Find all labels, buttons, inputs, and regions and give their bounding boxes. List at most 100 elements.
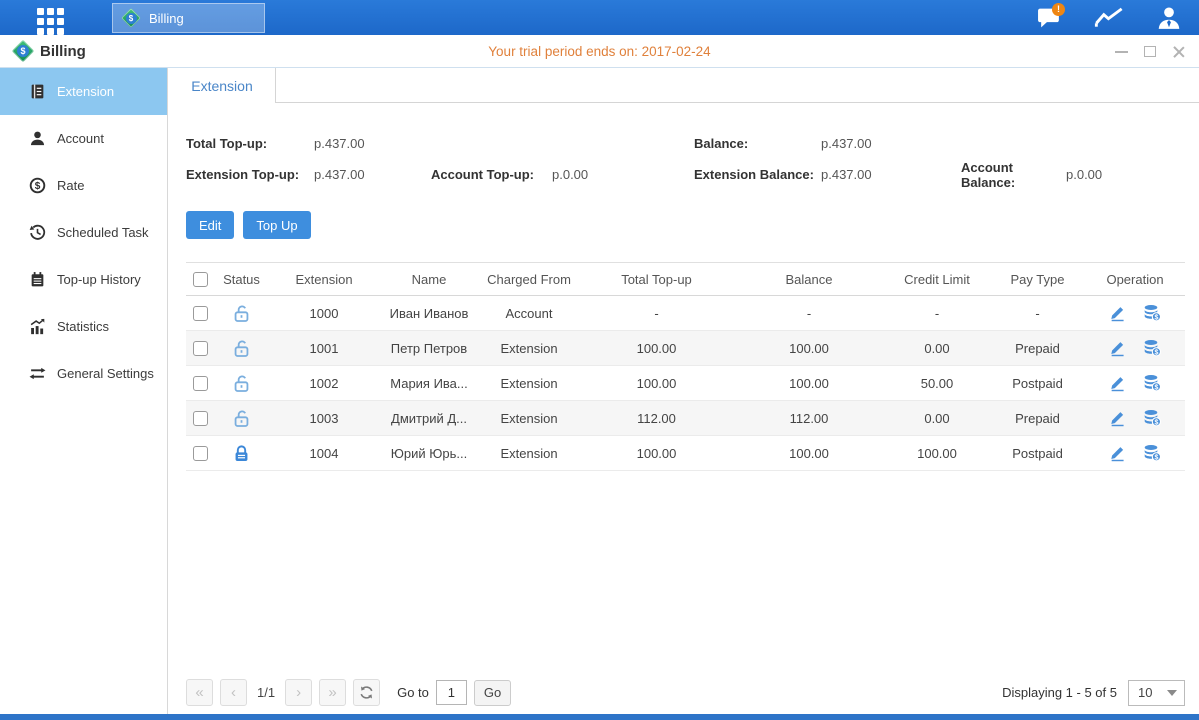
minimize-icon[interactable] — [1115, 51, 1128, 53]
edit-pencil-icon[interactable] — [1108, 409, 1127, 427]
tab-extension[interactable]: Extension — [169, 68, 276, 103]
cell-total-topup: - — [579, 296, 734, 331]
messages-icon[interactable]: ! — [1019, 0, 1079, 35]
row-checkbox[interactable] — [193, 446, 208, 461]
sidebar-item-label: Rate — [57, 178, 84, 193]
ledger-icon — [29, 83, 46, 100]
window-titlebar: $ Billing Your trial period ends on: 201… — [0, 35, 1199, 68]
sidebar-item-statistics[interactable]: Statistics — [0, 303, 167, 350]
col-header-pay-type[interactable]: Pay Type — [990, 263, 1085, 296]
unlocked-lock-icon — [232, 409, 251, 424]
refresh-icon[interactable] — [353, 679, 380, 706]
edit-button[interactable]: Edit — [186, 211, 234, 239]
row-checkbox[interactable] — [193, 306, 208, 321]
page-size-select[interactable]: 10 — [1128, 680, 1185, 706]
extension-table: Status Extension Name Charged From Total… — [186, 262, 1185, 471]
page-size-value: 10 — [1138, 685, 1152, 700]
exchange-arrows-icon — [29, 365, 46, 382]
account-balance-label: Account Balance: — [961, 160, 1066, 190]
col-header-credit-limit[interactable]: Credit Limit — [884, 263, 990, 296]
goto-page-input[interactable] — [436, 680, 467, 705]
edit-pencil-icon[interactable] — [1108, 339, 1127, 357]
edit-pencil-icon[interactable] — [1108, 444, 1127, 462]
cell-charged-from: Extension — [479, 366, 579, 401]
top-up-coins-icon[interactable]: $ — [1143, 304, 1162, 322]
dollar-circle-icon: $ — [29, 177, 46, 194]
cell-pay-type: Prepaid — [990, 401, 1085, 436]
extension-table-body: 1000Иван ИвановAccount----$1001Петр Петр… — [186, 296, 1185, 471]
svg-text:$: $ — [1154, 454, 1158, 461]
cell-pay-type: Prepaid — [990, 331, 1085, 366]
row-checkbox[interactable] — [193, 376, 208, 391]
sidebar-item-scheduled-task[interactable]: Scheduled Task — [0, 209, 167, 256]
last-page-button[interactable]: » — [319, 679, 346, 706]
app-grid-icon[interactable] — [37, 8, 64, 35]
sidebar-item-label: Top-up History — [57, 272, 141, 287]
taskbar-tab-billing[interactable]: $ Billing — [112, 3, 265, 33]
table-row[interactable]: 1003Дмитрий Д...Extension112.00112.000.0… — [186, 401, 1185, 436]
col-header-total-topup[interactable]: Total Top-up — [579, 263, 734, 296]
first-page-button[interactable]: « — [186, 679, 213, 706]
top-up-button[interactable]: Top Up — [243, 211, 310, 239]
table-row[interactable]: 1000Иван ИвановAccount----$ — [186, 296, 1185, 331]
unlocked-lock-icon — [232, 339, 251, 354]
top-up-coins-icon[interactable]: $ — [1143, 409, 1162, 427]
cell-balance: 112.00 — [734, 401, 884, 436]
cell-extension: 1002 — [269, 366, 379, 401]
prev-page-button[interactable]: ‹ — [220, 679, 247, 706]
top-up-coins-icon[interactable]: $ — [1143, 444, 1162, 462]
sidebar-item-label: Extension — [57, 84, 114, 99]
next-page-button[interactable]: › — [285, 679, 312, 706]
window-bottom-edge — [0, 714, 1199, 720]
user-icon[interactable] — [1139, 0, 1199, 35]
go-button[interactable]: Go — [474, 680, 511, 706]
sidebar-item-general-settings[interactable]: General Settings — [0, 350, 167, 397]
top-up-coins-icon[interactable]: $ — [1143, 339, 1162, 357]
table-header-row: Status Extension Name Charged From Total… — [186, 263, 1185, 296]
unlocked-lock-icon — [232, 304, 251, 319]
select-all-checkbox[interactable] — [193, 272, 208, 287]
sidebar-item-label: Statistics — [57, 319, 109, 334]
tab-strip: Extension — [169, 68, 1199, 103]
total-topup-label: Total Top-up: — [186, 136, 314, 151]
sidebar-item-extension[interactable]: Extension — [0, 68, 167, 115]
maximize-icon[interactable] — [1144, 46, 1156, 57]
table-row[interactable]: 1002Мария Ива...Extension100.00100.0050.… — [186, 366, 1185, 401]
cell-name: Юрий Юрь... — [379, 436, 479, 471]
sidebar: Extension Account $ Rate Scheduled Task … — [0, 68, 168, 714]
row-checkbox[interactable] — [193, 411, 208, 426]
cell-charged-from: Account — [479, 296, 579, 331]
col-header-balance[interactable]: Balance — [734, 263, 884, 296]
col-header-status[interactable]: Status — [214, 263, 269, 296]
sidebar-item-rate[interactable]: $ Rate — [0, 162, 167, 209]
sidebar-item-account[interactable]: Account — [0, 115, 167, 162]
statistics-chart-icon[interactable] — [1079, 0, 1139, 35]
unlocked-lock-icon — [232, 374, 251, 389]
col-header-name[interactable]: Name — [379, 263, 479, 296]
table-row[interactable]: 1001Петр ПетровExtension100.00100.000.00… — [186, 331, 1185, 366]
col-header-operation: Operation — [1085, 263, 1185, 296]
edit-pencil-icon[interactable] — [1108, 374, 1127, 392]
account-balance-value: p.0.00 — [1066, 167, 1185, 182]
col-header-charged-from[interactable]: Charged From — [479, 263, 579, 296]
balance-label: Balance: — [694, 136, 821, 151]
sidebar-item-label: Account — [57, 131, 104, 146]
top-up-coins-icon[interactable]: $ — [1143, 374, 1162, 392]
table-row[interactable]: 1004Юрий Юрь...Extension100.00100.00100.… — [186, 436, 1185, 471]
account-topup-label: Account Top-up: — [431, 167, 552, 182]
chevron-down-icon — [1167, 690, 1177, 696]
cell-credit-limit: 100.00 — [884, 436, 990, 471]
sidebar-item-label: Scheduled Task — [57, 225, 149, 240]
row-checkbox[interactable] — [193, 341, 208, 356]
col-header-extension[interactable]: Extension — [269, 263, 379, 296]
cell-total-topup: 100.00 — [579, 436, 734, 471]
sidebar-item-topup-history[interactable]: Top-up History — [0, 256, 167, 303]
page-indicator: 1/1 — [257, 685, 275, 700]
notepad-icon — [29, 271, 46, 288]
pagination-bar: « ‹ 1/1 › » Go to Go Displaying 1 - 5 of… — [186, 679, 1185, 706]
cell-name: Дмитрий Д... — [379, 401, 479, 436]
close-icon[interactable] — [1172, 45, 1185, 58]
edit-pencil-icon[interactable] — [1108, 304, 1127, 322]
cell-extension: 1001 — [269, 331, 379, 366]
cell-extension: 1003 — [269, 401, 379, 436]
